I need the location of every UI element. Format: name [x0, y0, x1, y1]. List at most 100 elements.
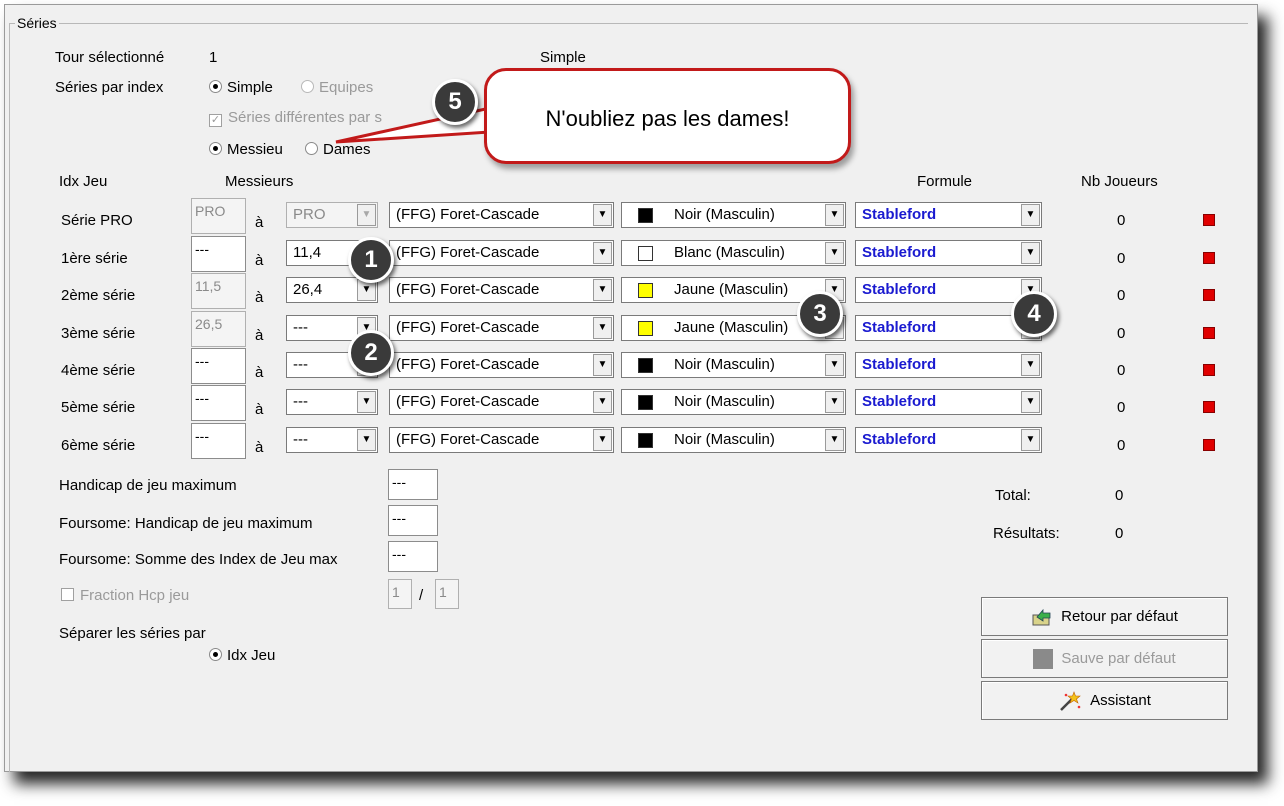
badge-5: 5 — [432, 79, 478, 125]
series-course-combo[interactable]: (FFG) Foret-Cascade ▼ — [389, 352, 614, 378]
series-tee-value: Noir (Masculin) — [674, 206, 775, 223]
chevron-down-icon: ▼ — [593, 204, 612, 226]
series-course-value: (FFG) Foret-Cascade — [396, 244, 540, 261]
series-course-combo[interactable]: (FFG) Foret-Cascade ▼ — [389, 389, 614, 415]
fraction-den-input[interactable]: 1 — [435, 579, 459, 609]
series-course-value: (FFG) Foret-Cascade — [396, 431, 540, 448]
series-from-input[interactable]: 26,5 — [191, 311, 246, 347]
series-from-input[interactable]: 11,5 — [191, 273, 246, 309]
radio-equipes[interactable]: Equipes — [301, 79, 373, 96]
foursome-handicap-label: Foursome: Handicap de jeu maximum — [59, 515, 313, 532]
radio-simple[interactable]: Simple — [209, 79, 273, 96]
save-icon — [1033, 648, 1054, 669]
series-par-index-label: Séries par index — [55, 79, 164, 96]
series-formula-value: Stableford — [862, 206, 937, 223]
sauve-par-defaut-label: Sauve par défaut — [1061, 650, 1176, 667]
series-from-input[interactable]: --- — [191, 423, 246, 459]
series-to-combo[interactable]: PRO ▼ — [286, 202, 378, 228]
series-tee-value: Jaune (Masculin) — [674, 281, 789, 298]
series-formula-combo[interactable]: Stableford▼ — [855, 427, 1042, 453]
series-a-label: à — [255, 364, 264, 381]
series-to-combo[interactable]: --- ▼ — [286, 389, 378, 415]
radio-dot-icon — [209, 648, 222, 661]
assistant-button[interactable]: Assistant — [981, 681, 1228, 720]
badge-1: 1 — [348, 237, 394, 283]
series-formula-value: Stableford — [862, 319, 937, 336]
series-a-label: à — [255, 401, 264, 418]
series-formula-combo[interactable]: Stableford▼ — [855, 240, 1042, 266]
series-course-value: (FFG) Foret-Cascade — [396, 281, 540, 298]
series-tee-value: Noir (Masculin) — [674, 431, 775, 448]
restore-icon — [1032, 608, 1051, 625]
series-to-value: --- — [293, 319, 308, 336]
magic-wand-icon — [1060, 690, 1081, 711]
status-indicator-icon — [1203, 252, 1215, 264]
series-from-input[interactable]: --- — [191, 348, 246, 384]
series-course-combo[interactable]: (FFG) Foret-Cascade ▼ — [389, 315, 614, 341]
series-from-input[interactable]: PRO — [191, 198, 246, 234]
fraction-hcp-label: Fraction Hcp jeu — [80, 587, 190, 604]
radio-messieurs[interactable]: Messieu — [209, 141, 283, 158]
status-indicator-icon — [1203, 214, 1215, 226]
series-to-combo[interactable]: --- ▼ — [286, 427, 378, 453]
series-to-value: --- — [293, 431, 308, 448]
checkbox-icon — [61, 588, 74, 601]
series-from-input[interactable]: --- — [191, 385, 246, 421]
header-formule: Formule — [917, 173, 973, 190]
tee-color-swatch — [638, 208, 653, 223]
checkbox-fraction-hcp[interactable]: Fraction Hcp jeu — [61, 587, 189, 604]
series-tee-combo[interactable]: Noir (Masculin) ▼ — [621, 427, 846, 453]
series-player-count: 0 — [1117, 250, 1126, 267]
chevron-down-icon: ▼ — [825, 204, 844, 226]
callout-pointer-mask — [487, 98, 499, 128]
series-formula-combo[interactable]: Stableford▼ — [855, 277, 1042, 303]
series-name: 3ème série — [61, 325, 136, 342]
chevron-down-icon: ▼ — [593, 354, 612, 376]
series-to-value: --- — [293, 393, 308, 410]
series-formula-combo[interactable]: Stableford▼ — [855, 389, 1042, 415]
tee-color-swatch — [638, 433, 653, 448]
chevron-down-icon: ▼ — [593, 391, 612, 413]
series-tee-combo[interactable]: Noir (Masculin) ▼ — [621, 352, 846, 378]
series-to-value: PRO — [293, 206, 326, 223]
foursome-handicap-input[interactable]: --- — [388, 505, 438, 536]
series-course-combo[interactable]: (FFG) Foret-Cascade ▼ — [389, 240, 614, 266]
radio-idx-jeu-label: Idx Jeu — [227, 647, 276, 664]
series-a-label: à — [255, 252, 264, 269]
series-from-input[interactable]: --- — [191, 236, 246, 272]
fraction-num-input[interactable]: 1 — [388, 579, 412, 609]
retour-par-defaut-button[interactable]: Retour par défaut — [981, 597, 1228, 636]
badge-2: 2 — [348, 330, 394, 376]
handicap-max-input[interactable]: --- — [388, 469, 438, 500]
series-tee-combo[interactable]: Noir (Masculin) ▼ — [621, 389, 846, 415]
series-tee-combo[interactable]: Blanc (Masculin) ▼ — [621, 240, 846, 266]
series-a-label: à — [255, 327, 264, 344]
radio-dot-icon — [301, 80, 314, 93]
foursome-somme-input[interactable]: --- — [388, 541, 438, 572]
status-indicator-icon — [1203, 439, 1215, 451]
series-player-count: 0 — [1117, 212, 1126, 229]
series-formula-combo[interactable]: Stableford▼ — [855, 352, 1042, 378]
series-formula-combo[interactable]: Stableford▼ — [855, 202, 1042, 228]
tour-value: 1 — [209, 49, 218, 66]
tour-label: Tour sélectionné — [55, 49, 165, 66]
status-indicator-icon — [1203, 401, 1215, 413]
series-tee-combo[interactable]: Noir (Masculin) ▼ — [621, 202, 846, 228]
series-name: 1ère série — [61, 250, 128, 267]
status-indicator-icon — [1203, 327, 1215, 339]
sauve-par-defaut-button[interactable]: Sauve par défaut — [981, 639, 1228, 678]
chevron-down-icon: ▼ — [825, 391, 844, 413]
chevron-down-icon: ▼ — [825, 354, 844, 376]
series-player-count: 0 — [1117, 325, 1126, 342]
status-indicator-icon — [1203, 289, 1215, 301]
resultats-label: Résultats: — [993, 525, 1060, 542]
radio-idx-jeu[interactable]: Idx Jeu — [209, 647, 275, 664]
separer-label: Séparer les séries par — [59, 625, 206, 642]
chevron-down-icon: ▼ — [1021, 354, 1040, 376]
tour-mode: Simple — [540, 49, 586, 66]
chevron-down-icon: ▼ — [1021, 391, 1040, 413]
radio-equipes-label: Equipes — [319, 79, 374, 96]
series-course-combo[interactable]: (FFG) Foret-Cascade ▼ — [389, 202, 614, 228]
series-course-combo[interactable]: (FFG) Foret-Cascade ▼ — [389, 427, 614, 453]
series-course-combo[interactable]: (FFG) Foret-Cascade ▼ — [389, 277, 614, 303]
